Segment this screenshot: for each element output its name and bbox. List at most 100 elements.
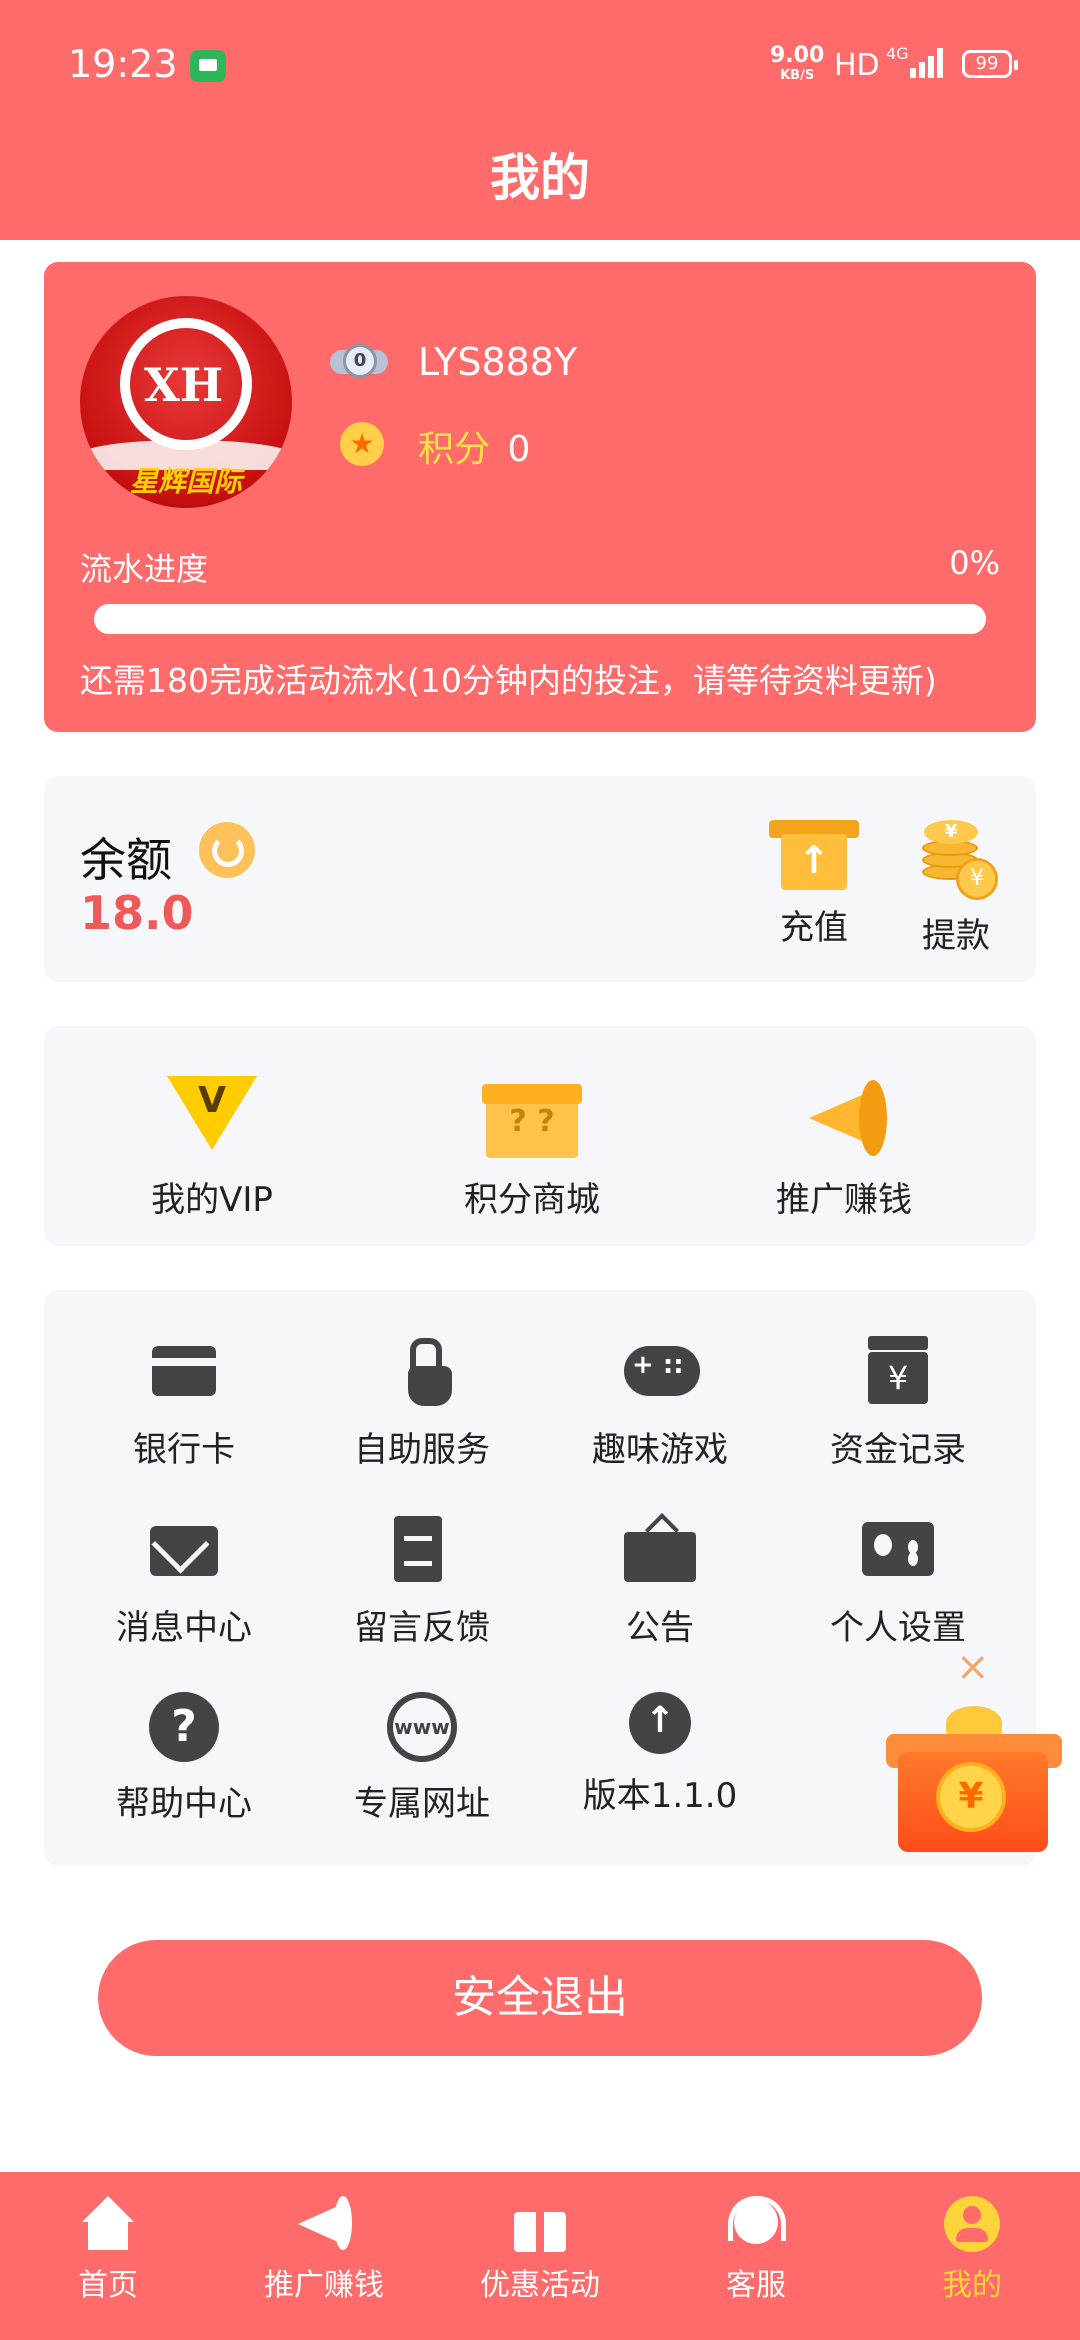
gamepad-icon xyxy=(624,1336,700,1408)
message-app-icon xyxy=(190,50,226,82)
grid-item-label: 个人设置 xyxy=(830,1608,966,1648)
grid-item-help-center[interactable]: ? 帮助中心 xyxy=(84,1692,284,1825)
headset-icon xyxy=(726,2196,786,2252)
username: LYS888Y xyxy=(418,340,578,384)
avatar-logo-text: XH xyxy=(144,358,224,412)
withdraw-label: 提款 xyxy=(922,916,990,956)
grid-item-personal-settings[interactable]: 个人设置 xyxy=(798,1514,998,1649)
atm-icon xyxy=(769,820,859,892)
grid-item-announcement[interactable]: 公告 xyxy=(560,1514,760,1649)
nav-label: 优惠活动 xyxy=(480,2268,600,2303)
level-value: 0 xyxy=(343,344,377,378)
grid-item-fun-games[interactable]: 趣味游戏 xyxy=(560,1336,760,1471)
network-type: 4G xyxy=(886,44,909,63)
hd-indicator: HD xyxy=(834,48,880,83)
help-icon: ? xyxy=(149,1692,219,1762)
vip-diamond-icon xyxy=(167,1072,257,1160)
points-value: 0 xyxy=(507,429,531,470)
promote-earn-label: 推广赚钱 xyxy=(776,1180,912,1220)
recharge-button[interactable]: 充值 xyxy=(754,820,874,949)
grid-item-label: 自助服务 xyxy=(354,1430,490,1470)
upload-icon: ↑ xyxy=(629,1692,691,1754)
battery-icon: 99 xyxy=(962,50,1018,78)
nav-label: 我的 xyxy=(942,2268,1002,2303)
bank-card-icon xyxy=(148,1336,220,1408)
flow-progress-note: 还需180完成活动流水(10分钟内的投注，请等待资料更新) xyxy=(80,661,937,700)
grid-item-message-center[interactable]: 消息中心 xyxy=(84,1514,284,1649)
points-label: 积分 xyxy=(418,429,491,470)
grid-item-label: 资金记录 xyxy=(830,1430,966,1470)
grid-item-bank-card[interactable]: 银行卡 xyxy=(84,1336,284,1471)
star-icon: ★ xyxy=(340,422,384,466)
megaphone-icon xyxy=(294,2196,354,2252)
flow-progress-label: 流水进度 xyxy=(80,550,209,588)
my-vip-button[interactable]: 我的VIP xyxy=(102,1072,322,1221)
feature-row: 我的VIP 积分商城 推广赚钱 xyxy=(44,1026,1036,1246)
notice-board-icon xyxy=(624,1514,696,1586)
page-title: 我的 xyxy=(490,149,590,207)
grid-item-feedback[interactable]: 留言反馈 xyxy=(322,1514,522,1649)
points-mall-button[interactable]: 积分商城 xyxy=(422,1072,642,1221)
my-vip-label: 我的VIP xyxy=(151,1180,273,1220)
points: 积分 0 xyxy=(418,420,530,472)
feedback-doc-icon xyxy=(386,1514,458,1586)
avatar[interactable]: XH 星辉国际 xyxy=(80,296,292,508)
speed-value: 9.00 xyxy=(770,43,825,68)
mail-icon xyxy=(148,1514,220,1586)
grid-item-label: 版本1.1.0 xyxy=(582,1776,738,1816)
avatar-caption: 星辉国际 xyxy=(129,465,242,498)
grid-item-label: 消息中心 xyxy=(116,1608,252,1648)
coin-stack-icon: ¥ ¥ xyxy=(916,820,998,900)
grid-item-label: 专属网址 xyxy=(354,1784,490,1824)
nav-item-promotions[interactable]: 优惠活动 xyxy=(450,2196,630,2304)
grid-item-exclusive-url[interactable]: www 专属网址 xyxy=(322,1692,522,1825)
bottom-nav: 首页 推广赚钱 优惠活动 客服 我的 xyxy=(0,2172,1080,2340)
megaphone-icon xyxy=(799,1072,889,1160)
balance-card: 余额 18.0 充值 ¥ ¥ 提款 xyxy=(44,776,1036,982)
header-bar: 19:23 9.00 KB/S HD 4G 99 我的 xyxy=(0,0,1080,240)
home-icon xyxy=(78,2196,138,2252)
grid-item-label: 银行卡 xyxy=(133,1430,235,1470)
grid-item-fund-records[interactable]: 资金记录 xyxy=(798,1336,998,1471)
grid-item-label: 趣味游戏 xyxy=(592,1430,728,1470)
withdraw-button[interactable]: ¥ ¥ 提款 xyxy=(896,820,1016,957)
grid-item-label: 留言反馈 xyxy=(354,1608,490,1648)
status-time: 19:23 xyxy=(68,42,178,86)
www-globe-icon: www xyxy=(387,1692,457,1762)
id-card-icon xyxy=(862,1514,934,1586)
balance-label: 余额 xyxy=(80,833,172,887)
grid-item-label: 公告 xyxy=(626,1608,694,1648)
grid-item-label: 帮助中心 xyxy=(116,1784,252,1824)
nav-item-home[interactable]: 首页 xyxy=(18,2196,198,2304)
balance-value: 18.0 xyxy=(80,886,194,940)
flow-progress-bar xyxy=(94,604,986,634)
profile-card: XH 星辉国际 0 LYS888Y ★ 积分 0 流水进度 0% 还需180完成… xyxy=(44,262,1036,732)
nav-label: 推广赚钱 xyxy=(264,2268,384,2303)
close-icon[interactable]: × xyxy=(956,1644,990,1690)
user-icon xyxy=(944,2196,1000,2252)
promote-earn-button[interactable]: 推广赚钱 xyxy=(734,1072,954,1221)
nav-label: 客服 xyxy=(726,2268,786,2303)
network-speed: 9.00 KB/S xyxy=(770,43,825,86)
coin-icon: ¥ xyxy=(936,1762,1006,1832)
floating-gift-button[interactable]: ¥ xyxy=(886,1700,1066,1860)
signal-icon xyxy=(910,48,944,78)
fund-record-icon xyxy=(862,1336,934,1408)
logout-button[interactable]: 安全退出 xyxy=(98,1940,982,2056)
recharge-label: 充值 xyxy=(780,908,848,948)
tap-hand-icon xyxy=(386,1336,458,1408)
nav-item-mine[interactable]: 我的 xyxy=(882,2196,1062,2304)
status-bar: 19:23 9.00 KB/S HD 4G 99 xyxy=(0,0,1080,130)
speed-unit: KB/S xyxy=(780,68,815,83)
gift-icon xyxy=(510,2196,570,2252)
refresh-icon[interactable] xyxy=(199,822,255,878)
grid-item-self-service[interactable]: 自助服务 xyxy=(322,1336,522,1471)
nav-label: 首页 xyxy=(78,2268,138,2303)
gift-box-icon xyxy=(482,1072,582,1160)
points-mall-label: 积分商城 xyxy=(464,1180,600,1220)
nav-item-customer-service[interactable]: 客服 xyxy=(666,2196,846,2304)
nav-item-promote[interactable]: 推广赚钱 xyxy=(234,2196,414,2304)
grid-item-version[interactable]: ↑ 版本1.1.0 xyxy=(560,1692,760,1817)
flow-progress-percent: 0% xyxy=(949,544,1000,582)
level-badge-icon: 0 xyxy=(330,342,388,382)
